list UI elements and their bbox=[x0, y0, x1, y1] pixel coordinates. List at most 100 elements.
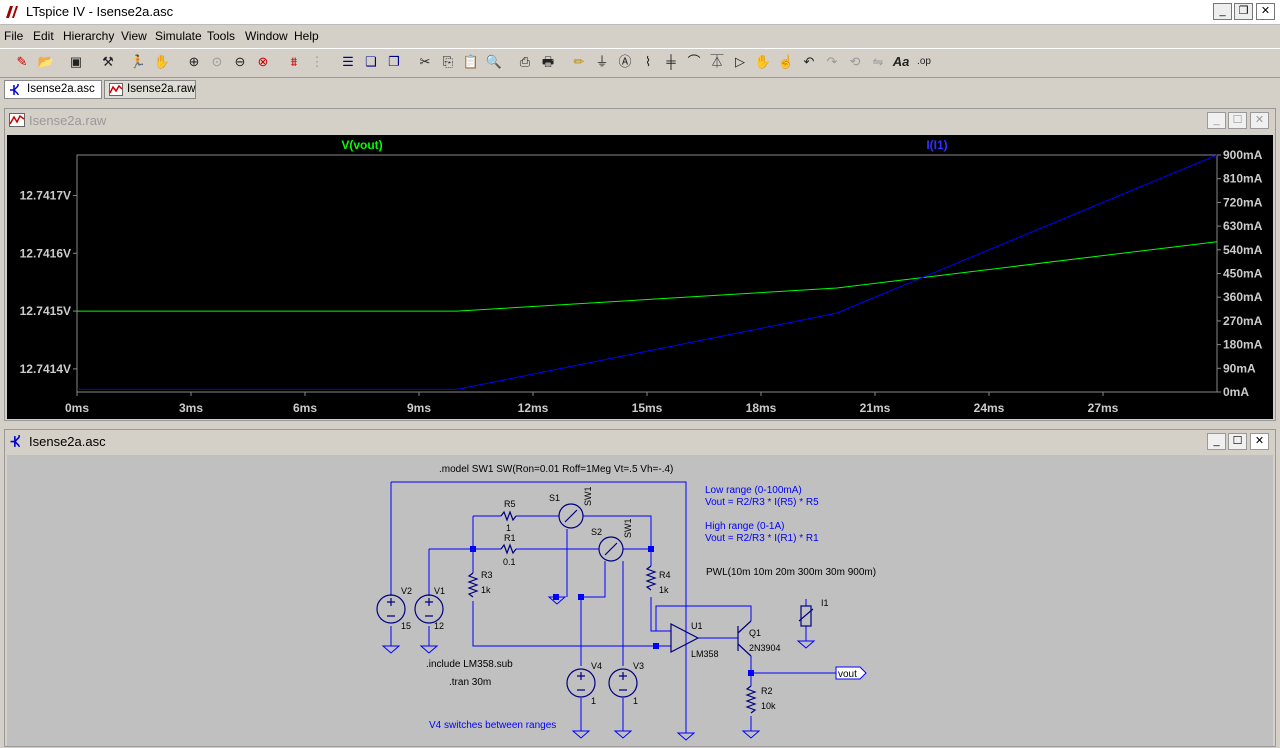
x-tick-label: 24ms bbox=[974, 401, 1005, 415]
note-low-range[interactable]: Low range (0-100mA) bbox=[705, 485, 802, 496]
y-left-tick-label: 12.7417V bbox=[20, 188, 71, 202]
copy-icon[interactable]: ⎘ bbox=[438, 52, 458, 72]
legend-i1[interactable]: I(I1) bbox=[926, 138, 947, 152]
label-r1: R1 bbox=[504, 533, 516, 543]
menu-simulate[interactable]: Simulate bbox=[155, 29, 202, 43]
model-directive[interactable]: .model SW1 SW(Ron=0.01 Roff=1Meg Vt=.5 V… bbox=[439, 464, 673, 475]
menu-window[interactable]: Window bbox=[245, 29, 288, 43]
schematic-maximize-button[interactable]: ☐ bbox=[1228, 433, 1247, 450]
note-high-eq[interactable]: Vout = R2/R3 * I(R1) * R1 bbox=[705, 533, 819, 544]
y-right-tick-label: 450mA bbox=[1223, 267, 1263, 281]
inductor-icon[interactable]: ⌒ bbox=[684, 52, 704, 72]
label-r4: R4 bbox=[659, 570, 671, 580]
schematic-window: Isense2a.asc _ ☐ ✕ vout .model SW1 SW(Ro… bbox=[4, 429, 1276, 747]
y-right-tick-label: 180mA bbox=[1223, 338, 1263, 352]
new-schematic-icon[interactable]: ✎ bbox=[12, 52, 32, 72]
waveform-plot[interactable]: 0ms 3ms 6ms 9ms 12ms 15ms 18ms 21ms 24ms 27ms 12.… bbox=[7, 135, 1273, 419]
grid-icon[interactable]: ⋮ bbox=[307, 52, 327, 72]
zoom-out-icon[interactable]: ⊖ bbox=[230, 52, 250, 72]
schematic-minimize-button[interactable]: _ bbox=[1207, 433, 1226, 450]
menu-view[interactable]: View bbox=[121, 29, 147, 43]
label-r5: R5 bbox=[504, 499, 516, 509]
mirror-icon[interactable]: ⇋ bbox=[868, 52, 888, 72]
drag-icon[interactable]: ☝ bbox=[776, 52, 796, 72]
waveform-window-title: Isense2a.raw bbox=[29, 113, 107, 128]
capacitor-icon[interactable]: ╪ bbox=[661, 52, 681, 72]
tran-directive[interactable]: .tran 30m bbox=[449, 677, 491, 688]
ground-icon[interactable]: ⏚ bbox=[592, 52, 612, 72]
label-v2: V2 bbox=[401, 586, 412, 596]
menu-bar: File Edit Hierarchy View Simulate Tools … bbox=[0, 26, 1280, 46]
y-left-tick-label: 12.7416V bbox=[20, 246, 71, 260]
close-button[interactable]: ✕ bbox=[1256, 3, 1275, 20]
label-net-icon[interactable]: Ⓐ bbox=[615, 52, 635, 72]
pan-icon[interactable]: ⊙ bbox=[207, 52, 227, 72]
paste-icon[interactable]: 📋 bbox=[461, 52, 481, 72]
schematic-icon bbox=[10, 84, 19, 95]
y-right-tick-label: 810mA bbox=[1223, 172, 1263, 186]
waveform-window: Isense2a.raw _ ☐ ✕ 0ms 3ms 6ms 9ms 12ms 15ms 1… bbox=[4, 108, 1276, 421]
pwl-value[interactable]: PWL(10m 10m 20m 300m 30m 900m) bbox=[706, 567, 876, 578]
undo-icon[interactable]: ↶ bbox=[799, 52, 819, 72]
note-low-eq[interactable]: Vout = R2/R3 * I(R5) * R5 bbox=[705, 497, 819, 508]
menu-edit[interactable]: Edit bbox=[33, 29, 54, 43]
menu-help[interactable]: Help bbox=[294, 29, 319, 43]
value-v1: 12 bbox=[434, 621, 444, 631]
spice-directive-icon[interactable]: .op bbox=[914, 52, 934, 72]
move-icon[interactable]: ✋ bbox=[753, 52, 773, 72]
halt-icon[interactable]: ✋ bbox=[152, 52, 172, 72]
print-icon[interactable]: 🖶 bbox=[538, 52, 558, 72]
run-icon[interactable]: 🏃 bbox=[128, 52, 148, 72]
menu-tools[interactable]: Tools bbox=[207, 29, 235, 43]
schematic-close-button[interactable]: ✕ bbox=[1250, 433, 1269, 450]
component-icon[interactable]: ▷ bbox=[730, 52, 750, 72]
tab-waveform[interactable]: Isense2a.raw bbox=[104, 80, 196, 99]
y-right-tick-label: 270mA bbox=[1223, 314, 1263, 328]
x-tick-label: 9ms bbox=[407, 401, 431, 415]
y-right-tick-label: 360mA bbox=[1223, 290, 1263, 304]
open-icon[interactable]: 📂 bbox=[36, 52, 56, 72]
tab-schematic[interactable]: Isense2a.asc bbox=[4, 80, 102, 99]
note-range-switch[interactable]: V4 switches between ranges bbox=[429, 720, 556, 731]
restore-button[interactable]: ❐ bbox=[1234, 3, 1253, 20]
cascade-icon[interactable]: ❏ bbox=[361, 52, 381, 72]
note-high-range[interactable]: High range (0-1A) bbox=[705, 521, 784, 532]
print-preview-icon[interactable]: ⎙ bbox=[515, 52, 535, 72]
text-icon[interactable]: Aa bbox=[891, 52, 911, 72]
document-tabs: Isense2a.asc Isense2a.raw bbox=[0, 79, 1280, 101]
tile-vertical-icon[interactable]: ❐ bbox=[384, 52, 404, 72]
tile-horizontal-icon[interactable]: ☰ bbox=[338, 52, 358, 72]
zoom-fit-icon[interactable]: ⊗ bbox=[253, 52, 273, 72]
x-tick-label: 15ms bbox=[632, 401, 663, 415]
toolbar: ✎ 📂 ▣ ⚒ 🏃 ✋ ⊕ ⊙ ⊖ ⊗ ⩩ ⋮ ☰ ❏ ❐ ✂ ⎘ 📋 🔍 ⎙ … bbox=[0, 48, 1280, 78]
control-panel-icon[interactable]: ⚒ bbox=[98, 52, 118, 72]
redo-icon[interactable]: ↷ bbox=[822, 52, 842, 72]
label-v1: V1 bbox=[434, 586, 445, 596]
minimize-button[interactable]: _ bbox=[1213, 3, 1232, 20]
menu-hierarchy[interactable]: Hierarchy bbox=[63, 29, 114, 43]
cut-icon[interactable]: ✂ bbox=[415, 52, 435, 72]
resistor-icon[interactable]: ⌇ bbox=[638, 52, 658, 72]
waveform-close-button[interactable]: ✕ bbox=[1250, 112, 1269, 129]
value-r3: 1k bbox=[481, 585, 491, 595]
value-v3: 1 bbox=[633, 696, 638, 706]
y-right-tick-label: 540mA bbox=[1223, 243, 1263, 257]
waveform-minimize-button[interactable]: _ bbox=[1207, 112, 1226, 129]
rotate-icon[interactable]: ⟲ bbox=[845, 52, 865, 72]
find-icon[interactable]: 🔍 bbox=[484, 52, 504, 72]
menu-file[interactable]: File bbox=[4, 29, 23, 43]
draw-wire-icon[interactable]: ✏ bbox=[569, 52, 589, 72]
label-s2: S2 bbox=[591, 527, 602, 537]
legend-vout[interactable]: V(vout) bbox=[341, 138, 382, 152]
label-q1: Q1 bbox=[749, 628, 761, 638]
schematic-window-icon bbox=[10, 435, 20, 447]
schematic-canvas[interactable]: vout .model SW1 SW(Ron=0.01 Roff=1Meg Vt… bbox=[7, 455, 1273, 746]
x-tick-label: 3ms bbox=[179, 401, 203, 415]
diode-icon[interactable]: ⏄ bbox=[707, 52, 727, 72]
autorange-icon[interactable]: ⩩ bbox=[284, 52, 304, 72]
save-icon[interactable]: ▣ bbox=[66, 52, 86, 72]
waveform-maximize-button[interactable]: ☐ bbox=[1228, 112, 1247, 129]
y-left-tick-label: 12.7414V bbox=[20, 362, 71, 376]
include-directive[interactable]: .include LM358.sub bbox=[426, 659, 513, 670]
zoom-in-icon[interactable]: ⊕ bbox=[184, 52, 204, 72]
